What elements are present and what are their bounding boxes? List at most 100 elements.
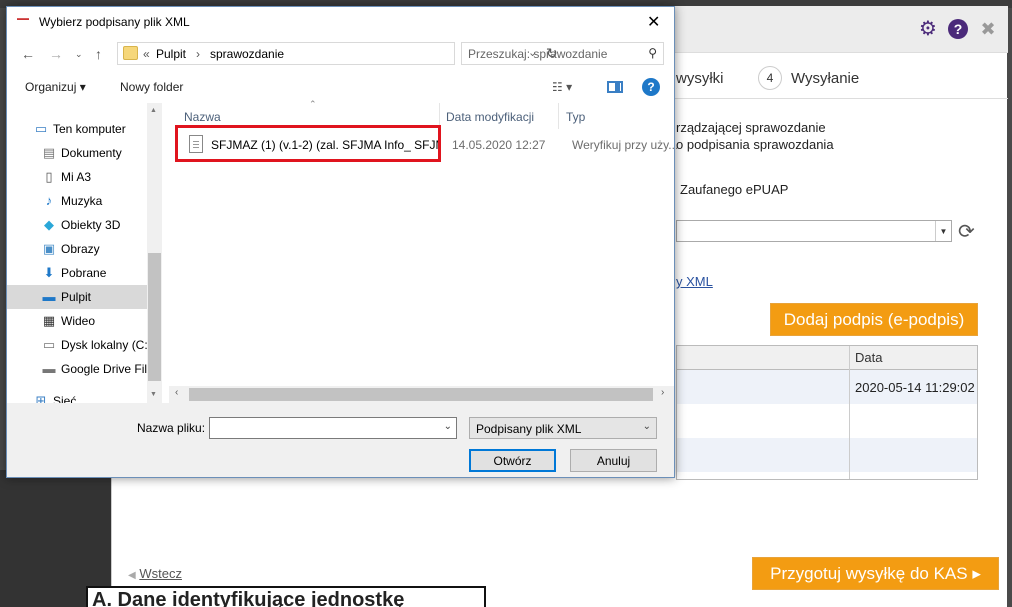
music-icon: ♪: [45, 193, 53, 208]
drive-icon: ▬: [42, 361, 56, 376]
back-link[interactable]: ◀ Wstecz: [128, 566, 182, 581]
file-type: Weryfikuj przy uży...: [572, 138, 679, 152]
nav-item-dokumenty[interactable]: ▤ Dokumenty: [7, 141, 147, 165]
app-logo-icon: ▬▬: [17, 16, 29, 22]
nav-item-wideo[interactable]: ▦ Wideo: [7, 309, 147, 333]
info-text-line-2: o podpisania sprawozdania: [676, 137, 834, 152]
sort-ascending-icon: ⌃: [309, 99, 317, 109]
dialog-title: Wybierz podpisany plik XML: [39, 15, 190, 29]
address-bar[interactable]: « Pulpit › sprawozdanie ⌄ ↻: [117, 42, 558, 65]
dialog-footer: Nazwa pliku: ⌄ Podpisany plik XML ⌄ Otwó…: [7, 403, 674, 477]
nav-item-mi-a3[interactable]: ▯ Mi A3: [7, 165, 147, 189]
table-row[interactable]: 2020-05-14 11:29:02: [677, 370, 977, 404]
scroll-left-icon[interactable]: ‹: [175, 387, 178, 398]
certificate-select[interactable]: ▼: [676, 220, 952, 242]
documents-icon: ▤: [42, 145, 56, 160]
scrollbar-thumb[interactable]: [189, 388, 653, 401]
add-signature-button[interactable]: Dodaj podpis (e-podpis): [770, 303, 978, 336]
up-arrow-icon[interactable]: ↑: [95, 46, 102, 62]
scroll-down-icon[interactable]: ▼: [150, 391, 157, 398]
nav-item-google-drive[interactable]: ▬ Google Drive File: [7, 357, 148, 381]
back-label: Wstecz: [139, 566, 182, 581]
file-open-dialog: ▬▬ Wybierz podpisany plik XML ✕ ← → ⌄ ↑ …: [6, 6, 678, 478]
nav-item-label: Google Drive File: [61, 362, 147, 376]
preview-pane-icon[interactable]: [607, 81, 623, 93]
filename-input[interactable]: ⌄: [209, 417, 457, 439]
close-icon[interactable]: ✕: [647, 12, 660, 32]
navigation-bar: ← → ⌄ ↑ « Pulpit › sprawozdanie ⌄ ↻ Prze…: [7, 37, 674, 71]
new-folder-button[interactable]: Nowy folder: [120, 80, 183, 94]
search-input[interactable]: Przeszukaj: sprawozdanie ⚲: [461, 42, 664, 65]
recent-chevron-icon[interactable]: ⌄: [75, 49, 83, 60]
signatures-table: Data 2020-05-14 11:29:02: [676, 345, 978, 480]
table-header: Data: [677, 346, 977, 370]
pictures-icon: ▣: [42, 241, 56, 256]
gear-icon[interactable]: ⚙: [918, 19, 938, 39]
navigation-pane: ▭ Ten komputer ▤ Dokumenty ▯ Mi A3 ♪ Muz…: [7, 103, 162, 408]
nav-item-label: Pulpit: [61, 290, 92, 304]
search-placeholder: Przeszukaj: sprawozdanie: [468, 47, 608, 61]
help-icon[interactable]: ?: [642, 78, 660, 96]
desktop-icon: ▬: [42, 289, 56, 304]
scrollbar-thumb[interactable]: [148, 253, 161, 381]
nav-item-label: Ten komputer: [53, 122, 126, 136]
refresh-icon[interactable]: ⟳: [958, 219, 975, 244]
nav-item-label: Muzyka: [61, 194, 103, 208]
filename-label: Nazwa pliku:: [137, 421, 206, 435]
column-separator: [849, 346, 850, 479]
nav-item-label: Obiekty 3D: [61, 218, 121, 232]
close-icon[interactable]: ✖: [978, 19, 998, 39]
dialog-titlebar: ▬▬ Wybierz podpisany plik XML ✕: [7, 7, 674, 37]
back-arrow-icon[interactable]: ←: [21, 46, 35, 62]
nav-item-label: Pobrane: [61, 266, 107, 280]
open-button[interactable]: Otwórz: [469, 449, 556, 472]
nav-item-obrazy[interactable]: ▣ Obrazy: [7, 237, 147, 261]
step-4-label: Wysyłanie: [791, 70, 860, 87]
dialog-toolbar: Organizuj ▾ Nowy folder ☷ ▾ ?: [7, 71, 674, 103]
nav-scrollbar[interactable]: ▲ ▼: [147, 103, 162, 403]
download-xml-link[interactable]: y XML: [676, 274, 713, 289]
scroll-right-icon[interactable]: ›: [661, 387, 664, 398]
file-type-select[interactable]: Podpisany plik XML ⌄: [469, 417, 657, 439]
nav-item-label: Dokumenty: [61, 146, 122, 160]
help-icon[interactable]: ?: [948, 19, 968, 39]
cube-icon: ◆: [44, 217, 54, 232]
nav-item-label: Dysk lokalny (C:): [61, 338, 147, 352]
breadcrumb-sprawozdanie[interactable]: sprawozdanie: [210, 47, 284, 61]
epuap-text: Zaufanego ePUAP: [680, 182, 789, 197]
drive-icon: ▭: [42, 337, 56, 352]
file-type-value: Podpisany plik XML: [476, 422, 582, 436]
prepare-kas-button[interactable]: Przygotuj wysyłkę do KAS ▸: [752, 557, 999, 590]
view-options-icon[interactable]: ☷ ▾: [552, 80, 572, 94]
info-text-line-1: rządzającej sprawozdanie: [676, 120, 826, 135]
folder-icon: [123, 46, 138, 60]
table-row: [677, 438, 977, 472]
nav-item-dysk-lokalny[interactable]: ▭ Dysk lokalny (C:): [7, 333, 147, 357]
table-cell-date: 2020-05-14 11:29:02: [855, 380, 975, 395]
nav-item-pobrane[interactable]: ⬇ Pobrane: [7, 261, 147, 285]
forward-arrow-icon[interactable]: →: [49, 46, 63, 62]
chevron-left-icon: ◀: [128, 570, 136, 581]
computer-icon: ▭: [34, 121, 48, 136]
nav-item-label: Mi A3: [61, 170, 92, 184]
nav-item-ten-komputer[interactable]: ▭ Ten komputer: [7, 117, 147, 141]
nav-item-obiekty-3d[interactable]: ◆ Obiekty 3D: [7, 213, 147, 237]
address-prefix: «: [143, 47, 150, 61]
column-header-date: Data: [855, 350, 883, 365]
cancel-button[interactable]: Anuluj: [570, 449, 657, 472]
organize-button[interactable]: Organizuj ▾: [25, 80, 86, 94]
column-separator: [558, 103, 559, 129]
step-4-number: 4: [758, 66, 782, 90]
scroll-up-icon[interactable]: ▲: [150, 107, 157, 114]
breadcrumb-separator: ›: [196, 47, 200, 61]
video-icon: ▦: [42, 313, 56, 328]
search-icon: ⚲: [648, 46, 657, 60]
nav-item-muzyka[interactable]: ♪ Muzyka: [7, 189, 147, 213]
chevron-down-icon[interactable]: ⌄: [444, 421, 452, 432]
breadcrumb-pulpit[interactable]: Pulpit: [156, 47, 186, 61]
nav-item-pulpit[interactable]: ▬ Pulpit: [7, 285, 147, 309]
download-icon: ⬇: [43, 265, 55, 280]
nav-item-label: Obrazy: [61, 242, 100, 256]
step-3-label: wysyłki: [676, 70, 724, 87]
horizontal-scrollbar[interactable]: ‹ ›: [169, 386, 674, 403]
